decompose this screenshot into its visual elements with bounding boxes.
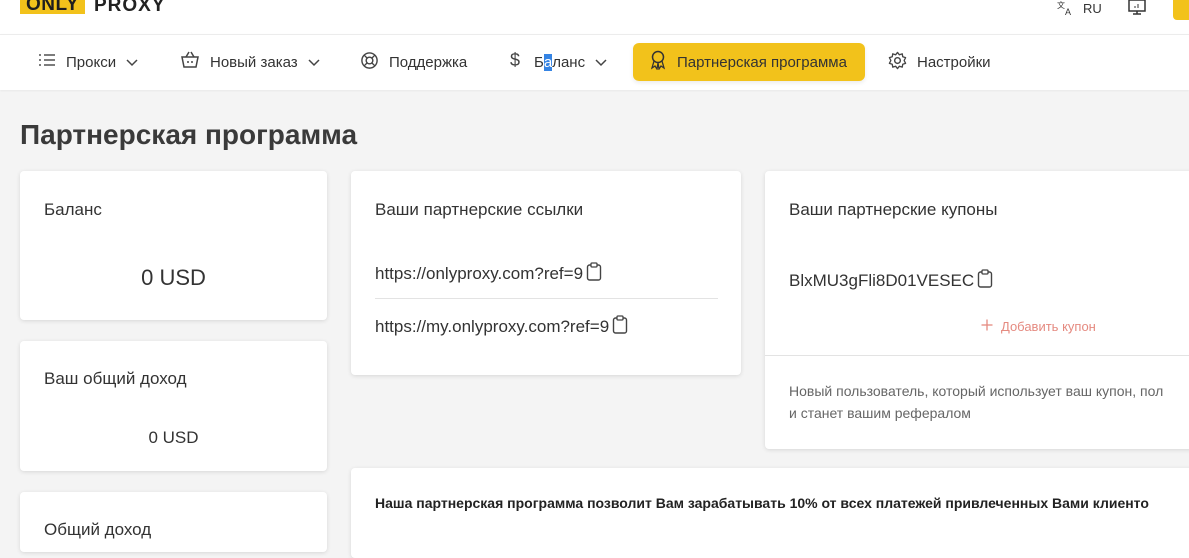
language-switcher[interactable]: 文A RU [1057,0,1102,16]
partner-link-1[interactable]: https://onlyproxy.com?ref=9 [375,262,602,286]
clipboard-icon[interactable] [977,269,993,293]
list-icon [38,53,56,71]
nav-item-proxy[interactable]: Прокси [38,43,138,81]
total-income-label: Ваш общий доход [44,369,187,388]
balance-label: Баланс [44,200,102,219]
chevron-down-icon [595,54,607,71]
balance-card: Баланс 0 USD [20,171,327,320]
nav-item-label: Поддержка [389,53,468,71]
nav-item-new-order[interactable]: Новый заказ [180,43,320,81]
nav-item-settings[interactable]: Настройки [888,43,991,81]
page-title: Партнерская программа [20,119,358,150]
coupon-code[interactable]: BlxMU3gFli8D01VESEC [789,271,974,291]
balance-value: 0 USD [141,265,206,290]
dollar-icon: $ [508,50,524,74]
partner-link-2[interactable]: https://my.onlyproxy.com?ref=9 [375,315,628,339]
nav-item-label: Прокси [66,53,117,71]
nav-item-label: Новый заказ [210,53,298,71]
chevron-down-icon [308,54,320,71]
add-coupon-label: Добавить купон [1001,319,1096,334]
logo-proxy[interactable]: PROXY [94,0,166,17]
add-coupon-button[interactable]: Добавить купон [981,319,1096,334]
top-action-button[interactable] [1173,0,1189,20]
partner-link-text[interactable]: https://my.onlyproxy.com?ref=9 [375,317,609,337]
monitor-icon[interactable] [1127,0,1147,22]
logo-only[interactable]: ONLY [20,0,86,15]
total-income-card: Ваш общий доход 0 USD [20,341,327,471]
coupon-code-row[interactable]: BlxMU3gFli8D01VESEC [789,269,993,293]
clipboard-icon[interactable] [586,262,602,286]
svg-text:文: 文 [1057,0,1065,10]
nav-item-support[interactable]: Поддержка [360,43,467,81]
program-info-text: Наша партнерская программа позволит Вам … [375,495,1149,511]
language-label: RU [1083,0,1102,16]
coupon-note: Новый пользователь, который использует в… [789,380,1189,424]
basket-icon [180,51,200,73]
links-title: Ваши партнерские ссылки [375,200,584,219]
overall-income-card: Общий доход [20,492,327,552]
chevron-down-icon [126,54,138,71]
nav-item-partner-program[interactable]: Партнерская программа [633,43,865,81]
nav-item-balance[interactable]: $ Баланс [508,43,607,81]
partner-coupons-card: Ваши партнерские купоны BlxMU3gFli8D01VE… [765,171,1189,449]
text-selection: а [543,53,553,71]
nav-item-label: Настройки [917,53,991,71]
nav-item-label: Баланс [534,53,586,71]
coupon-note-line-2: и станет вашим рефералом [789,405,971,421]
partner-link-text[interactable]: https://onlyproxy.com?ref=9 [375,264,583,284]
lifebuoy-icon [360,51,379,74]
main-nav: Прокси Новый заказ Поддержка $ Баланс Па… [0,34,1189,90]
coupons-title: Ваши партнерские купоны [789,200,998,219]
links-divider [375,298,718,299]
total-income-value: 0 USD [148,428,199,447]
translate-icon: 文A [1057,0,1073,16]
overall-income-label: Общий доход [44,520,152,539]
gear-icon [888,51,907,74]
coupons-divider [765,355,1189,356]
nav-item-label: Партнерская программа [677,53,847,71]
program-info-card: Наша партнерская программа позволит Вам … [351,468,1189,558]
coupon-note-line-1: Новый пользователь, который использует в… [789,383,1164,399]
svg-text:$: $ [510,50,520,70]
clipboard-icon[interactable] [612,315,628,339]
svg-text:A: A [1065,7,1071,16]
award-icon [649,50,667,74]
plus-icon [981,319,993,334]
partner-links-card: Ваши партнерские ссылки https://onlyprox… [351,171,741,375]
top-header: ONLY PROXY 文A RU [0,0,1189,34]
